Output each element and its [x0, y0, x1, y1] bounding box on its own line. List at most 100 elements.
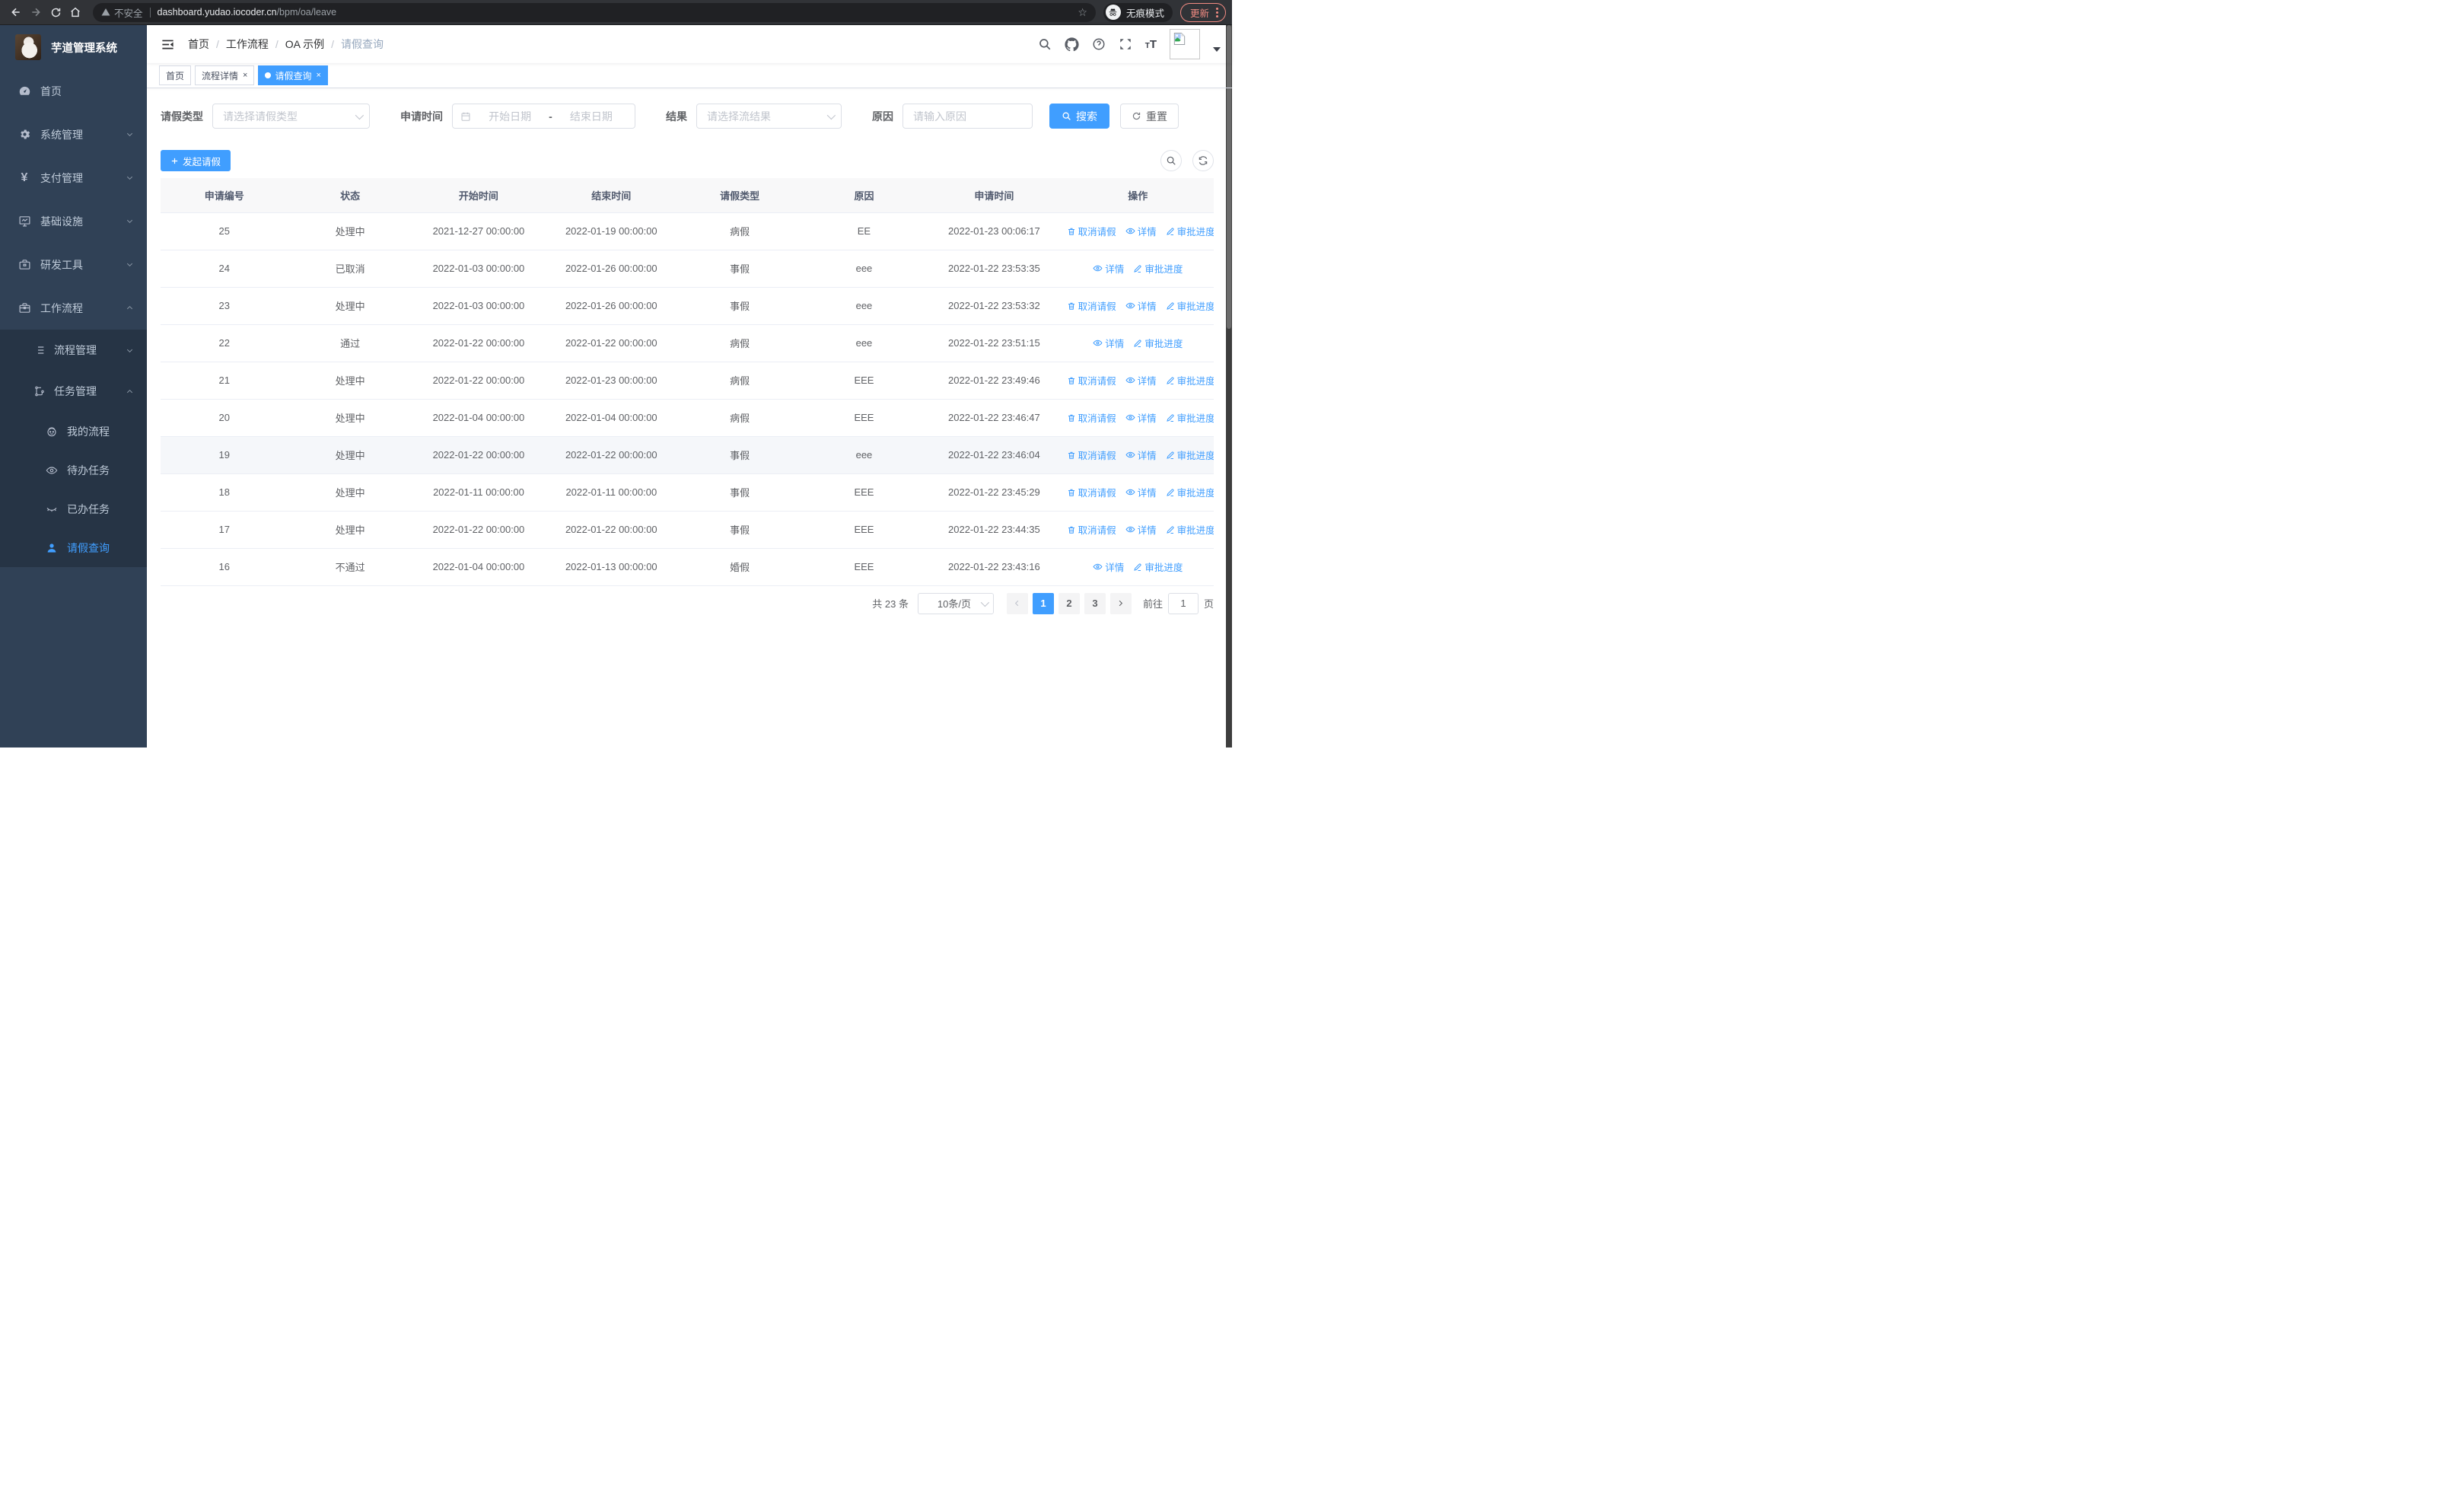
- action-progress-link[interactable]: 审批进度: [1133, 261, 1183, 276]
- github-icon[interactable]: [1065, 37, 1079, 52]
- table-row: 25 处理中 2021-12-27 00:00:00 2022-01-19 00:00…: [161, 212, 1214, 250]
- trash-icon: [1068, 489, 1074, 496]
- tab-home[interactable]: 首页: [159, 65, 192, 85]
- reason-input[interactable]: 请输入原因: [903, 104, 1033, 129]
- action-progress-link[interactable]: 审批进度: [1133, 559, 1183, 574]
- page-size-select[interactable]: 10条/页: [917, 592, 994, 614]
- action-progress-link[interactable]: 审批进度: [1166, 410, 1214, 425]
- action-progress-link[interactable]: 审批进度: [1133, 336, 1183, 350]
- action-progress-link[interactable]: 审批进度: [1166, 224, 1214, 238]
- sidebar-collapse-icon[interactable]: [161, 37, 175, 52]
- tags-view: 首页 流程详情 × 请假查询 ×: [147, 63, 1232, 88]
- browser-back-button[interactable]: [6, 2, 26, 22]
- table-row: 22 通过 2022-01-22 00:00:00 2022-01-22 00:00:…: [161, 324, 1214, 362]
- action-detail-link[interactable]: 详情: [1125, 522, 1157, 537]
- action-detail-link[interactable]: 详情: [1125, 224, 1157, 238]
- user-avatar[interactable]: [1170, 29, 1200, 59]
- action-cancel-link[interactable]: 取消请假: [1067, 410, 1116, 425]
- action-cancel-link[interactable]: 取消请假: [1067, 448, 1116, 462]
- cell-end: 2022-01-26 00:00:00: [545, 287, 678, 325]
- font-size-icon[interactable]: TT: [1145, 38, 1157, 51]
- action-detail-link[interactable]: 详情: [1125, 298, 1157, 313]
- fullscreen-icon[interactable]: [1119, 37, 1132, 51]
- sidebar-item-system[interactable]: 系统管理: [0, 113, 147, 156]
- leave-type-select[interactable]: 请选择请假类型: [212, 104, 370, 129]
- close-icon[interactable]: ×: [316, 71, 320, 80]
- action-detail-link[interactable]: 详情: [1125, 485, 1157, 499]
- browser-update-button[interactable]: 更新: [1179, 2, 1226, 22]
- bookmark-star-icon[interactable]: ☆: [1078, 7, 1087, 18]
- page-button-2[interactable]: 2: [1058, 592, 1080, 614]
- sidebar-item-leave-query[interactable]: 请假查询: [0, 528, 147, 567]
- action-progress-link[interactable]: 审批进度: [1166, 522, 1214, 537]
- refresh-table-button[interactable]: [1192, 150, 1214, 171]
- avatar-caret-icon[interactable]: [1213, 47, 1221, 52]
- browser-forward-button[interactable]: [26, 2, 46, 22]
- sidebar-item-devtools[interactable]: 研发工具: [0, 243, 147, 286]
- page-button-3[interactable]: 3: [1084, 592, 1106, 614]
- cell-applied: 2022-01-22 23:44:35: [926, 511, 1062, 549]
- browser-reload-button[interactable]: [46, 2, 65, 22]
- col-actions: 操作: [1062, 178, 1214, 213]
- sidebar-item-done-tasks[interactable]: 已办任务: [0, 489, 147, 528]
- action-cancel-link[interactable]: 取消请假: [1067, 224, 1116, 238]
- sidebar-item-label: 待办任务: [67, 464, 110, 477]
- action-cancel-link[interactable]: 取消请假: [1067, 373, 1116, 387]
- action-progress-link[interactable]: 审批进度: [1166, 485, 1214, 499]
- result-select[interactable]: 请选择流结果: [696, 104, 842, 129]
- url-bar[interactable]: 不安全 dashboard.yudao.iocoder.cn/bpm/oa/le…: [93, 2, 1096, 22]
- action-detail-link[interactable]: 详情: [1093, 559, 1124, 574]
- col-type: 请假类型: [677, 178, 802, 213]
- action-detail-link[interactable]: 详情: [1093, 261, 1124, 276]
- breadcrumb-oa[interactable]: OA 示例: [285, 37, 324, 52]
- logo[interactable]: 芋道管理系统: [0, 25, 147, 69]
- prev-page-button[interactable]: [1006, 592, 1028, 614]
- reset-button[interactable]: 重置: [1120, 104, 1179, 129]
- create-leave-button[interactable]: 发起请假: [161, 150, 231, 171]
- breadcrumb-home[interactable]: 首页: [188, 37, 209, 52]
- action-progress-link[interactable]: 审批进度: [1166, 448, 1214, 462]
- search-button[interactable]: 搜索: [1049, 104, 1109, 129]
- goto-page-input[interactable]: 1: [1167, 592, 1199, 614]
- eye-icon: [1125, 414, 1135, 421]
- tab-leave-query[interactable]: 请假查询 ×: [258, 65, 328, 85]
- toggle-search-button[interactable]: [1160, 150, 1182, 171]
- search-icon[interactable]: [1038, 37, 1052, 51]
- table-row: 20 处理中 2022-01-04 00:00:00 2022-01-04 00:00…: [161, 399, 1214, 437]
- app-title: 芋道管理系统: [51, 42, 117, 55]
- action-progress-link[interactable]: 审批进度: [1166, 373, 1214, 387]
- sidebar-item-label: 任务管理: [54, 385, 97, 397]
- action-cancel-link[interactable]: 取消请假: [1067, 485, 1116, 499]
- browser-home-button[interactable]: [65, 2, 85, 22]
- action-progress-link[interactable]: 审批进度: [1166, 298, 1214, 313]
- sidebar-item-todo-tasks[interactable]: 待办任务: [0, 451, 147, 489]
- page-button-1[interactable]: 1: [1032, 592, 1054, 614]
- action-detail-link[interactable]: 详情: [1125, 448, 1157, 462]
- breadcrumb-workflow[interactable]: 工作流程: [226, 37, 269, 52]
- browser-scrollbar[interactable]: [1226, 25, 1232, 748]
- sidebar-item-payment[interactable]: ¥ 支付管理: [0, 156, 147, 199]
- not-secure-warning[interactable]: 不安全: [101, 5, 143, 20]
- sidebar-item-label: 系统管理: [40, 128, 83, 141]
- table-body: 25 处理中 2021-12-27 00:00:00 2022-01-19 00:00…: [161, 212, 1214, 586]
- action-cancel-link[interactable]: 取消请假: [1067, 522, 1116, 537]
- sidebar-item-home[interactable]: 首页: [0, 69, 147, 113]
- action-cancel-link[interactable]: 取消请假: [1067, 298, 1116, 313]
- action-detail-link[interactable]: 详情: [1125, 373, 1157, 387]
- tab-process-detail[interactable]: 流程详情 ×: [195, 65, 255, 85]
- close-icon[interactable]: ×: [243, 71, 247, 80]
- sidebar-item-process-mgmt[interactable]: 流程管理: [0, 330, 147, 371]
- action-detail-link[interactable]: 详情: [1093, 336, 1124, 350]
- apply-time-range-picker[interactable]: 开始日期 - 结束日期: [452, 104, 635, 129]
- sidebar-item-infra[interactable]: 基础设施: [0, 199, 147, 243]
- cell-status: 处理中: [288, 436, 412, 474]
- browser-menu-icon[interactable]: [1216, 7, 1218, 18]
- sidebar-item-my-process[interactable]: 我的流程: [0, 412, 147, 451]
- leave-type-label: 请假类型: [161, 110, 203, 123]
- sidebar-item-workflow[interactable]: 工作流程: [0, 286, 147, 330]
- help-icon[interactable]: [1092, 37, 1106, 51]
- sidebar-item-task-mgmt[interactable]: 任务管理: [0, 371, 147, 412]
- search-icon: [1062, 112, 1071, 120]
- next-page-button[interactable]: [1109, 592, 1132, 614]
- action-detail-link[interactable]: 详情: [1125, 410, 1157, 425]
